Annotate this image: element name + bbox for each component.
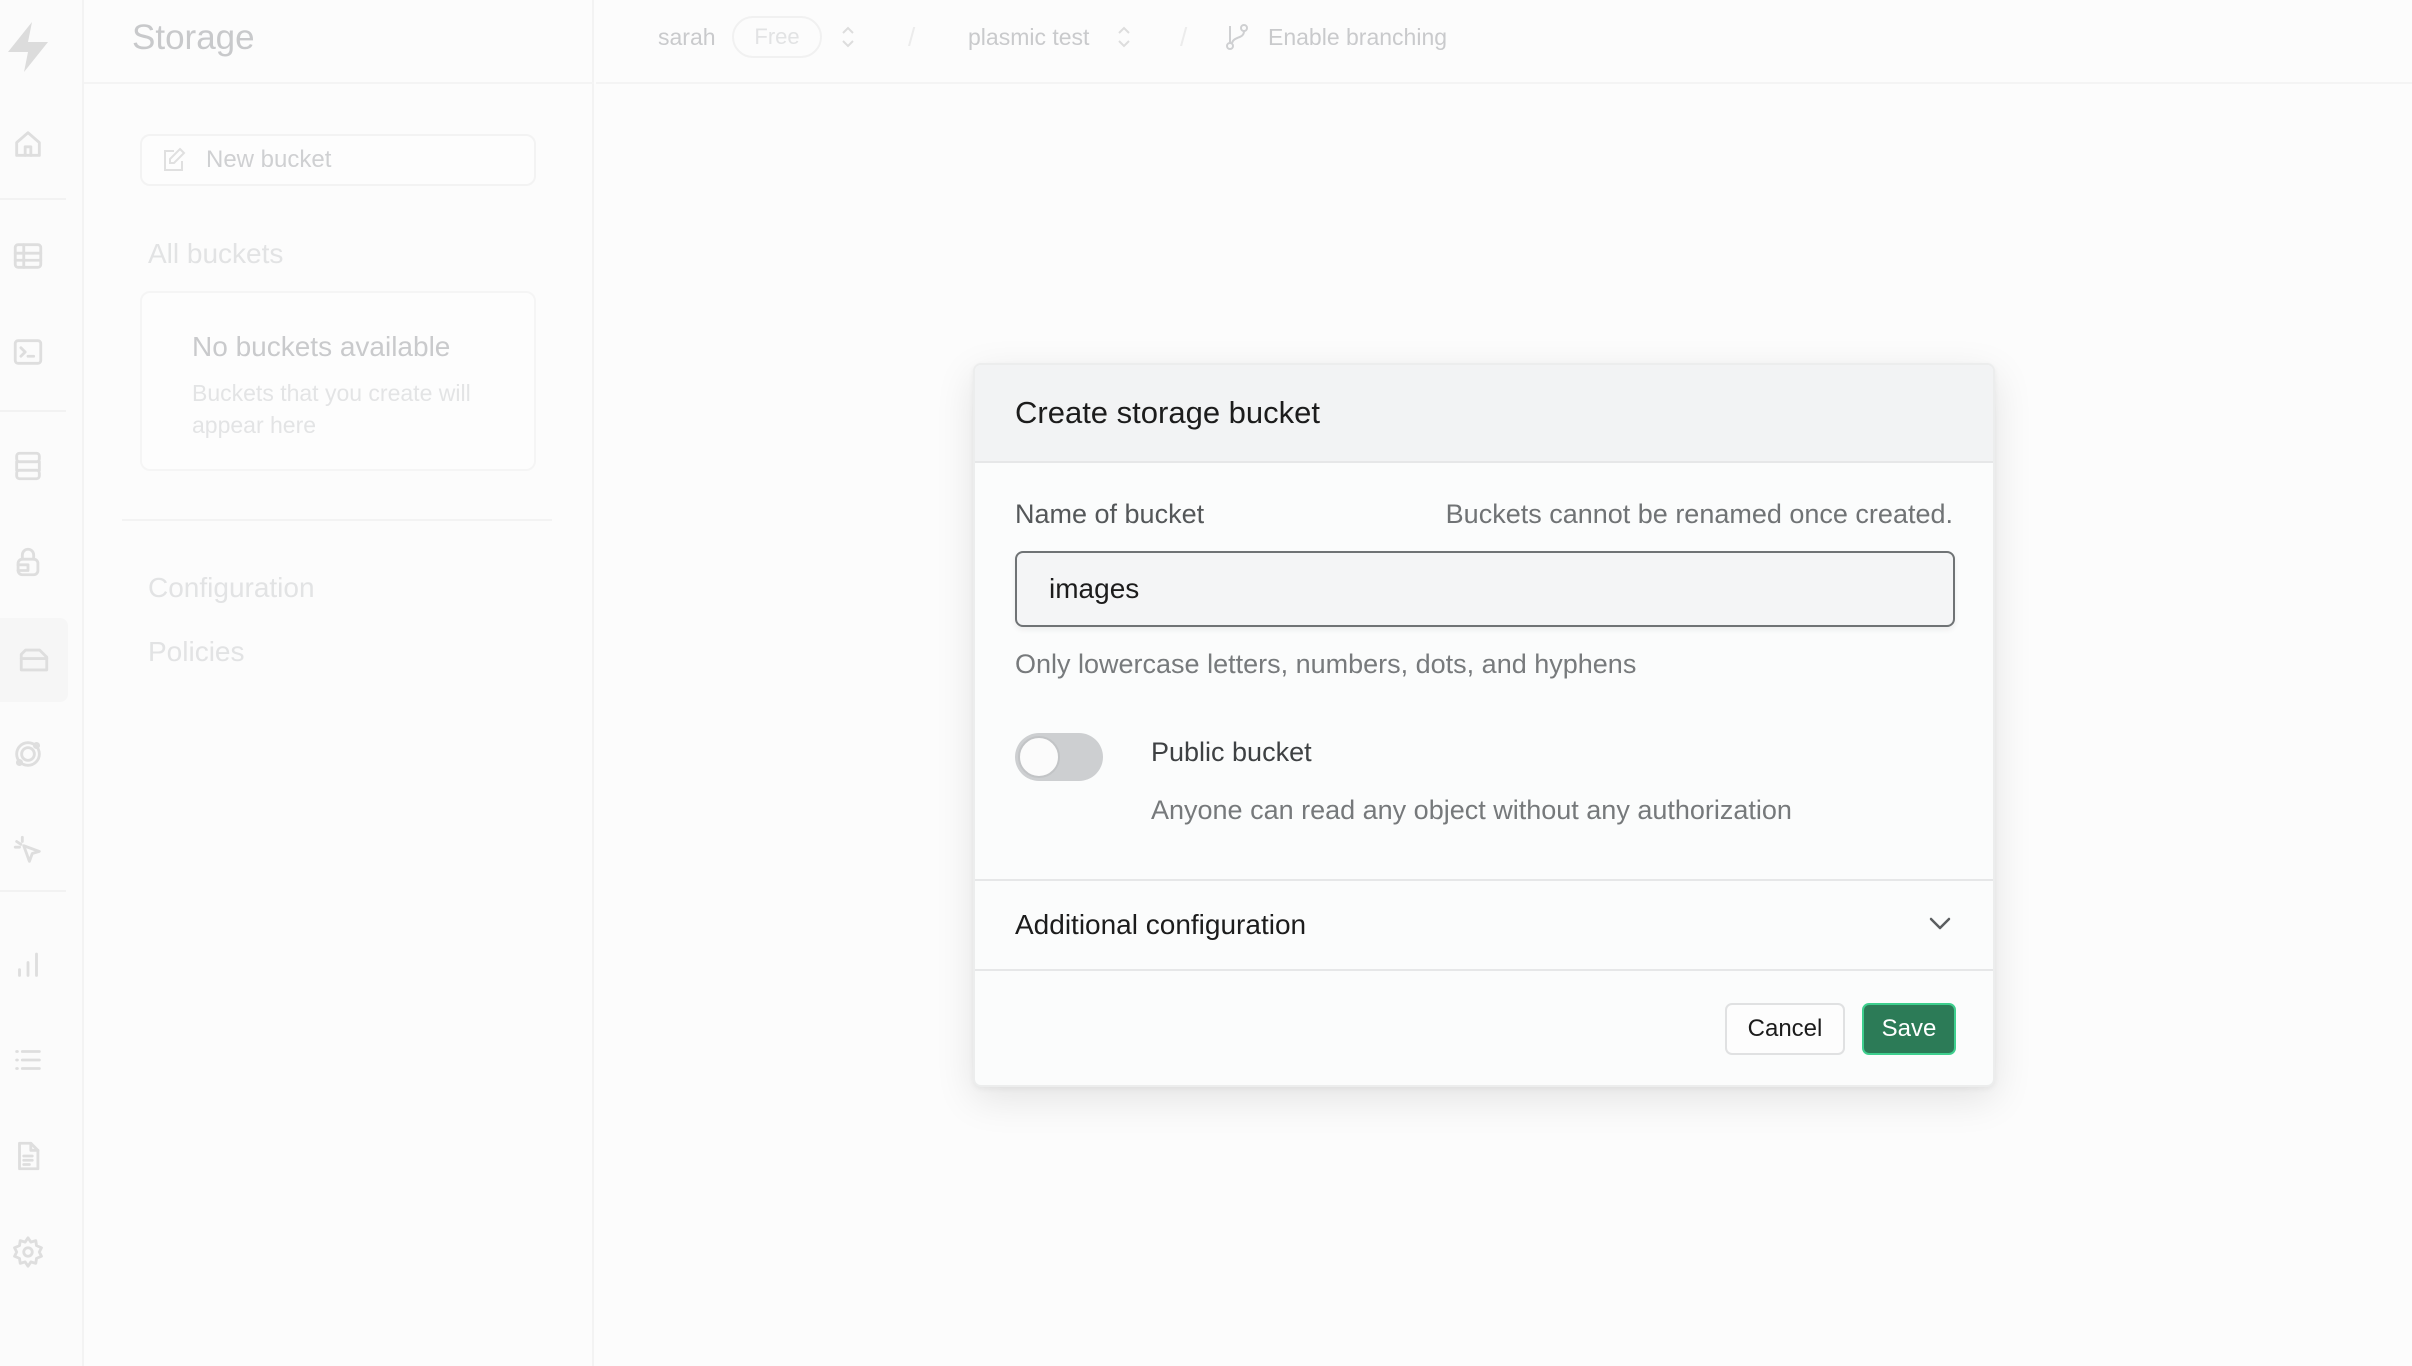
all-buckets-label: All buckets bbox=[148, 238, 284, 269]
create-bucket-dialog: Create storage bucket Name of bucket Buc… bbox=[973, 363, 1995, 1087]
app: Storage New bucket All buckets No bucket… bbox=[0, 0, 2412, 1366]
chevron-down-icon bbox=[1927, 913, 1953, 935]
empty-title: No buckets available bbox=[192, 331, 451, 362]
empty-subtitle: Buckets that you create will appear here bbox=[192, 380, 471, 438]
rail-edge-functions[interactable] bbox=[0, 726, 56, 782]
bucket-name-input[interactable] bbox=[1015, 551, 1955, 627]
rail-table-editor[interactable] bbox=[0, 228, 56, 284]
additional-configuration-accordion[interactable]: Additional configuration bbox=[975, 879, 1993, 971]
rail-storage[interactable] bbox=[0, 618, 68, 702]
bucket-name-help: Only lowercase letters, numbers, dots, a… bbox=[1015, 649, 1637, 679]
edit-icon bbox=[164, 147, 186, 171]
menu-item-policies[interactable]: Policies bbox=[148, 636, 244, 668]
org-switch-icon[interactable] bbox=[840, 24, 856, 50]
rail-divider bbox=[0, 410, 66, 412]
globe-icon bbox=[15, 741, 41, 767]
database-icon bbox=[15, 451, 41, 481]
pointer-icon bbox=[13, 835, 41, 863]
public-bucket-label: Public bucket bbox=[1151, 737, 1312, 767]
breadcrumb-separator: / bbox=[1180, 22, 1188, 52]
storage-menu-panel: Storage New bucket All buckets No bucket… bbox=[84, 0, 594, 1366]
rail-api-docs[interactable] bbox=[0, 1128, 56, 1184]
bar-chart-icon bbox=[18, 952, 38, 977]
panel-header: Storage bbox=[84, 0, 594, 84]
home-icon bbox=[15, 131, 41, 157]
save-button[interactable]: Save bbox=[1862, 1003, 1956, 1055]
new-bucket-label: New bucket bbox=[206, 146, 332, 173]
document-icon bbox=[18, 1141, 40, 1171]
icon-sidebar bbox=[0, 0, 84, 1366]
list-icon bbox=[15, 1050, 41, 1070]
panel-divider bbox=[122, 519, 552, 521]
additional-configuration-label: Additional configuration bbox=[1015, 909, 1307, 940]
org-selector[interactable]: sarah bbox=[658, 24, 716, 51]
menu-item-configuration[interactable]: Configuration bbox=[148, 572, 315, 604]
terminal-icon bbox=[13, 339, 43, 365]
rail-reports[interactable] bbox=[0, 936, 56, 992]
bucket-name-label: Name of bucket bbox=[1015, 499, 1205, 529]
project-selector[interactable]: plasmic test bbox=[968, 24, 1089, 51]
dialog-title: Create storage bucket bbox=[1015, 395, 1321, 430]
rail-home[interactable] bbox=[0, 116, 56, 172]
public-bucket-toggle[interactable] bbox=[1015, 733, 1103, 781]
bucket-name-note: Buckets cannot be renamed once created. bbox=[1445, 499, 1953, 529]
gear-icon bbox=[13, 1236, 43, 1268]
empty-buckets-card: No buckets available Buckets that you cr… bbox=[140, 291, 536, 471]
rail-sql-editor[interactable] bbox=[0, 324, 56, 380]
table-icon bbox=[13, 243, 43, 269]
toggle-knob bbox=[1018, 736, 1060, 778]
cancel-button[interactable]: Cancel bbox=[1725, 1003, 1845, 1055]
rail-realtime[interactable] bbox=[0, 822, 56, 878]
logo-icon[interactable] bbox=[4, 20, 52, 74]
lock-icon bbox=[16, 547, 40, 577]
rail-divider bbox=[0, 198, 66, 200]
top-bar: sarah Free / plasmic test / Enable branc… bbox=[596, 0, 2412, 84]
panel-title: Storage bbox=[132, 18, 255, 57]
dialog-header: Create storage bucket bbox=[975, 365, 1993, 463]
project-switch-icon[interactable] bbox=[1116, 24, 1132, 50]
rail-database[interactable] bbox=[0, 438, 56, 494]
rail-logs[interactable] bbox=[0, 1032, 56, 1088]
rail-authentication[interactable] bbox=[0, 534, 56, 590]
new-bucket-button[interactable]: New bucket bbox=[140, 134, 536, 186]
rail-settings[interactable] bbox=[0, 1224, 56, 1280]
rail-divider bbox=[0, 890, 66, 892]
public-bucket-description: Anyone can read any object without any a… bbox=[1151, 795, 1792, 825]
folder-icon bbox=[19, 648, 49, 672]
breadcrumb-separator: / bbox=[908, 22, 916, 52]
branch-icon bbox=[1224, 22, 1250, 52]
plan-badge: Free bbox=[732, 16, 822, 58]
enable-branching-button[interactable]: Enable branching bbox=[1268, 24, 1447, 51]
